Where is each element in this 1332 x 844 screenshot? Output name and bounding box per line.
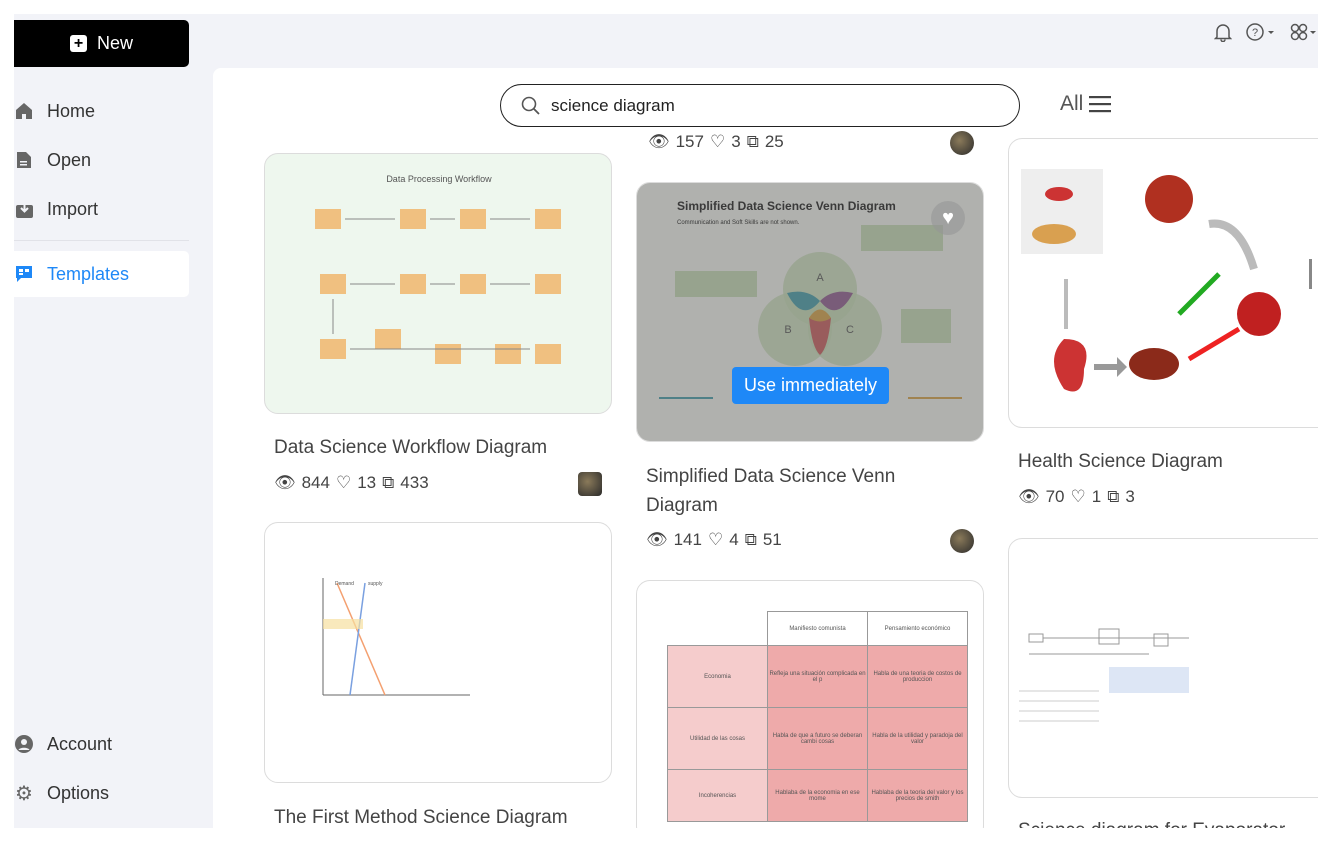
- new-button[interactable]: + New: [14, 20, 189, 67]
- templates-icon: [14, 264, 34, 284]
- eye-icon: 👁︎: [1018, 487, 1040, 506]
- home-icon: [14, 101, 34, 121]
- card-title[interactable]: Simplified Data Science Venn Diagram: [646, 462, 946, 520]
- gear-icon: ⚙: [15, 782, 33, 805]
- supply-demand-thumbnail: Demand supply: [322, 578, 470, 696]
- sidebar-item-import[interactable]: Import: [14, 186, 189, 232]
- heart-icon: ♡: [1070, 487, 1086, 506]
- template-card-data-science-workflow[interactable]: Data Processing Workflow: [264, 153, 612, 414]
- thumbnail-subtitle: Communication and Soft Skills are not sh…: [677, 220, 800, 226]
- search-input[interactable]: [551, 95, 991, 116]
- card-title[interactable]: Data Science Workflow Diagram: [274, 433, 604, 462]
- health-thumbnail: [1021, 169, 1312, 392]
- template-card-venn[interactable]: ABC Simplified Data Science Venn Diagram…: [636, 182, 984, 442]
- apps-icon[interactable]: [1290, 22, 1318, 47]
- supply-label: supply: [368, 581, 383, 587]
- card-stats: 👁︎ 157 ♡ 3 ⧉ 25: [648, 132, 784, 151]
- copy-icon: ⧉: [382, 473, 395, 492]
- heart-icon: ♡: [335, 473, 352, 492]
- eye-icon: 👁︎: [648, 132, 670, 151]
- sidebar-divider: [14, 240, 189, 241]
- plus-icon: +: [69, 35, 87, 52]
- template-card-comparison-table[interactable]: Manifiesto comunista Pensamiento económic…: [636, 580, 984, 828]
- sidebar-item-templates[interactable]: Templates: [14, 251, 189, 297]
- import-icon: [14, 199, 34, 219]
- demand-label: Demand: [335, 581, 354, 587]
- heart-icon: ♡: [709, 132, 726, 151]
- comparison-table-thumbnail: Manifiesto comunista Pensamiento económic…: [667, 611, 968, 822]
- card-title[interactable]: Science diagram for Evaporator: [1018, 816, 1318, 828]
- sidebar-item-options[interactable]: ⚙ Options: [14, 770, 189, 816]
- workflow-thumbnail: [315, 209, 561, 364]
- sidebar-item-home[interactable]: Home: [14, 88, 189, 134]
- sidebar-item-account[interactable]: Account: [14, 721, 189, 767]
- svg-text:?: ?: [1252, 27, 1258, 39]
- copy-icon: ⧉: [746, 132, 759, 151]
- author-avatar[interactable]: [578, 472, 602, 496]
- favorite-heart-button[interactable]: ♥: [931, 201, 965, 235]
- help-icon[interactable]: ?: [1246, 22, 1276, 47]
- app-window: + New Home Open Import Templates Account …: [14, 14, 1318, 828]
- card-title[interactable]: The First Method Science Diagram: [274, 803, 604, 828]
- template-card-health-science[interactable]: [1008, 138, 1318, 428]
- top-toolbar: ?: [1213, 22, 1318, 47]
- eye-icon: 👁︎: [646, 530, 668, 549]
- copy-icon: ⧉: [744, 530, 757, 549]
- filter-all-button[interactable]: All: [1060, 92, 1112, 116]
- account-icon: [14, 734, 34, 754]
- copy-icon: ⧉: [1107, 487, 1120, 506]
- author-avatar[interactable]: [950, 131, 974, 155]
- menu-icon: [1089, 96, 1112, 113]
- author-avatar[interactable]: [950, 529, 974, 553]
- card-stats: 👁︎ 141 ♡ 4 ⧉ 51: [646, 530, 782, 549]
- card-title[interactable]: Health Science Diagram: [1018, 447, 1318, 476]
- file-icon: [14, 150, 34, 170]
- search-bar[interactable]: [500, 84, 1020, 127]
- template-card-first-method[interactable]: Demand supply: [264, 522, 612, 783]
- use-immediately-button[interactable]: Use immediately: [732, 367, 889, 404]
- search-icon: [521, 96, 540, 115]
- eye-icon: 👁︎: [274, 473, 296, 492]
- card-stats: 👁︎ 70 ♡ 1 ⧉ 3: [1018, 487, 1135, 506]
- bell-icon[interactable]: [1213, 22, 1233, 47]
- template-gallery: All 👁︎157♡3⧉25 Data Processing Workflow …: [213, 68, 1318, 828]
- heart-icon: ♡: [707, 530, 724, 549]
- thumbnail-title: Simplified Data Science Venn Diagram: [677, 199, 896, 213]
- template-card-evaporator[interactable]: [1008, 538, 1318, 798]
- thumbnail-title: Data Processing Workflow: [386, 174, 492, 184]
- evaporator-thumbnail: [1019, 628, 1189, 722]
- card-stats: 👁︎ 844 ♡ 13 ⧉ 433: [274, 473, 429, 492]
- sidebar-item-open[interactable]: Open: [14, 137, 189, 183]
